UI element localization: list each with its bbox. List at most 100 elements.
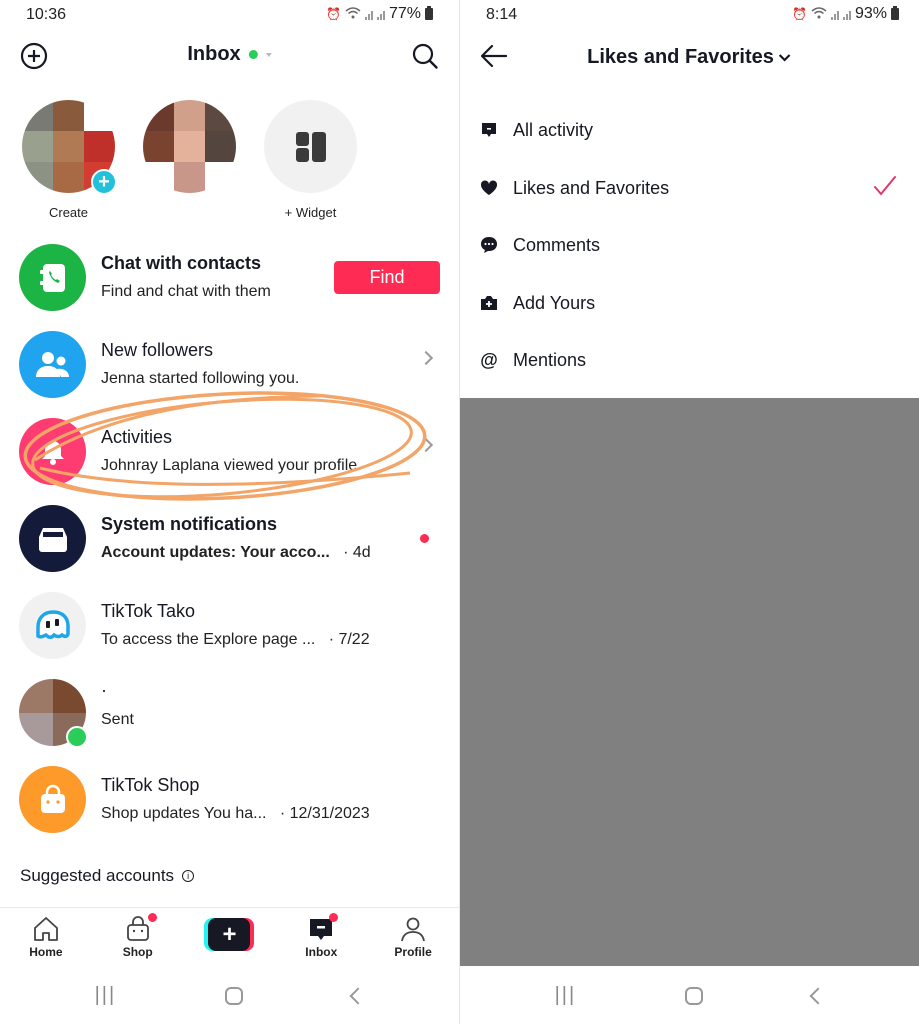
filter-option-label: Mentions — [513, 350, 587, 370]
info-icon[interactable]: i — [182, 870, 195, 882]
back-arrow-button[interactable] — [480, 42, 510, 72]
list-item-chat-with-contacts[interactable]: Chat with contacts Find and chat with th… — [0, 240, 459, 327]
filter-option-label: Likes and Favorites — [513, 177, 670, 198]
list-item-system-notifications[interactable]: System notifications Account updates: Yo… — [0, 501, 459, 588]
battery-percent: 77% — [388, 5, 421, 22]
message-square-icon — [480, 121, 498, 139]
back-button[interactable] — [809, 987, 827, 1004]
filter-option-mentions[interactable]: @ Mentions — [460, 331, 919, 389]
shop-icon-circle — [19, 766, 86, 833]
list-item-tiktok-tako[interactable]: TikTok Tako To access the Explore page .… — [0, 588, 459, 675]
dismiss-overlay[interactable] — [460, 398, 919, 966]
filter-option-comments[interactable]: Comments — [460, 216, 919, 274]
nav-shop[interactable]: Shop — [92, 908, 184, 967]
message-time: · 4d — [343, 544, 371, 561]
people-icon — [35, 351, 69, 377]
filter-option-all-activity[interactable]: All activity — [460, 101, 919, 159]
list-item-subtitle: Jenna started following you. — [101, 370, 300, 387]
subtitle-text: Shop updates You ha... — [101, 805, 267, 822]
story-label: + Widget — [284, 205, 337, 220]
profile-icon — [401, 917, 425, 942]
followers-icon-circle — [19, 331, 86, 398]
section-title: Suggested accounts — [20, 866, 175, 885]
story-create[interactable]: + Create — [22, 100, 117, 220]
message-list: Chat with contacts Find and chat with th… — [0, 240, 459, 849]
page-title: Inbox — [187, 43, 241, 65]
list-item-friend-chat[interactable]: · Sent — [0, 675, 459, 762]
story-friend[interactable] — [143, 100, 236, 220]
find-contacts-button[interactable]: Find — [334, 261, 440, 294]
wifi-icon — [345, 6, 361, 22]
filter-header: Likes and Favorites — [460, 38, 919, 78]
activities-icon-circle — [19, 418, 86, 485]
arrow-left-icon — [480, 44, 508, 68]
plus-circle-icon — [20, 42, 48, 70]
list-item-subtitle: Account updates: Your acco... · 4d — [101, 544, 371, 562]
list-item-subtitle: Find and chat with them — [101, 283, 271, 300]
online-status-dot — [248, 50, 258, 59]
create-button: + — [204, 918, 255, 951]
nav-create[interactable]: + — [184, 908, 276, 967]
home-button[interactable] — [225, 986, 244, 1005]
list-item-subtitle: Sent — [101, 711, 134, 728]
add-chat-button[interactable] — [19, 41, 49, 71]
activity-filter-screen: 8:14 ⏰ 93% Likes and Favorites All activ… — [459, 0, 919, 1024]
notification-badge — [147, 913, 157, 922]
nav-inbox[interactable]: Inbox — [275, 908, 367, 967]
list-item-activities[interactable]: Activities Johnray Laplana viewed your p… — [0, 414, 459, 501]
list-item-title: TikTok Tako — [101, 601, 196, 621]
caret-down-icon — [265, 52, 272, 57]
filter-options-menu: All activity Likes and Favorites Comment… — [460, 101, 919, 389]
list-item-title: TikTok Shop — [101, 775, 200, 795]
signal-icon — [364, 9, 373, 20]
unread-dot — [420, 534, 429, 543]
list-item-new-followers[interactable]: New followers Jenna started following yo… — [0, 327, 459, 414]
list-item-subtitle: Shop updates You ha... · 12/31/2023 — [101, 805, 370, 823]
recents-button[interactable]: ||| — [95, 984, 117, 1007]
inbox-screen: 10:36 ⏰ 77% Inbox + Create + Widget Chat… — [0, 0, 459, 1024]
list-item-title: New followers — [101, 340, 214, 360]
home-button[interactable] — [685, 986, 704, 1005]
nav-home[interactable]: Home — [0, 908, 92, 967]
subtitle-text: To access the Explore page ... — [101, 631, 316, 648]
filter-option-label: All activity — [513, 120, 594, 140]
status-icons: ⏰ 93% — [792, 5, 899, 23]
friend-avatar — [143, 100, 236, 193]
subtitle-text: Account updates: Your acco... — [101, 544, 330, 561]
signal-icon-2 — [376, 9, 385, 20]
at-sign-icon: @ — [480, 349, 498, 370]
search-button[interactable] — [410, 41, 440, 71]
system-nav-bar: ||| — [460, 967, 919, 1024]
system-nav-bar: ||| — [0, 967, 459, 1024]
bell-icon — [41, 440, 64, 465]
alarm-icon: ⏰ — [792, 7, 807, 21]
inbox-title-dropdown[interactable]: Inbox — [187, 43, 272, 66]
filter-title-dropdown[interactable]: Likes and Favorites — [587, 46, 792, 69]
create-plus-icon: + — [208, 918, 251, 951]
signal-icon — [830, 9, 839, 20]
contacts-icon-circle — [19, 244, 86, 311]
nav-profile[interactable]: Profile — [367, 908, 459, 967]
list-item-subtitle: To access the Explore page ... · 7/22 — [101, 631, 370, 649]
shop-bag-icon — [126, 916, 149, 941]
message-time: · 7/22 — [328, 631, 370, 648]
back-button[interactable] — [349, 987, 367, 1004]
contacts-book-icon — [39, 263, 65, 292]
nav-label: Home — [29, 945, 63, 959]
home-icon — [33, 917, 58, 941]
nav-label: Profile — [394, 945, 432, 959]
list-item-title: System notifications — [101, 514, 278, 534]
inbox-tray-icon — [38, 527, 67, 552]
recents-button[interactable]: ||| — [555, 984, 577, 1007]
filter-option-likes-and-favorites[interactable]: Likes and Favorites — [460, 159, 919, 217]
status-time: 10:36 — [26, 6, 67, 23]
list-item-tiktok-shop[interactable]: TikTok Shop Shop updates You ha... · 12/… — [0, 762, 459, 849]
add-camera-icon — [480, 294, 498, 312]
shopping-bag-icon — [40, 784, 65, 813]
filter-option-add-yours[interactable]: Add Yours — [460, 274, 919, 332]
search-icon — [412, 43, 438, 69]
bottom-nav: Home Shop + Inbox Profile — [0, 907, 459, 967]
chevron-right-icon — [418, 350, 434, 366]
status-bar: 10:36 ⏰ 77% — [0, 0, 459, 30]
story-add-widget[interactable]: + Widget — [264, 100, 357, 220]
